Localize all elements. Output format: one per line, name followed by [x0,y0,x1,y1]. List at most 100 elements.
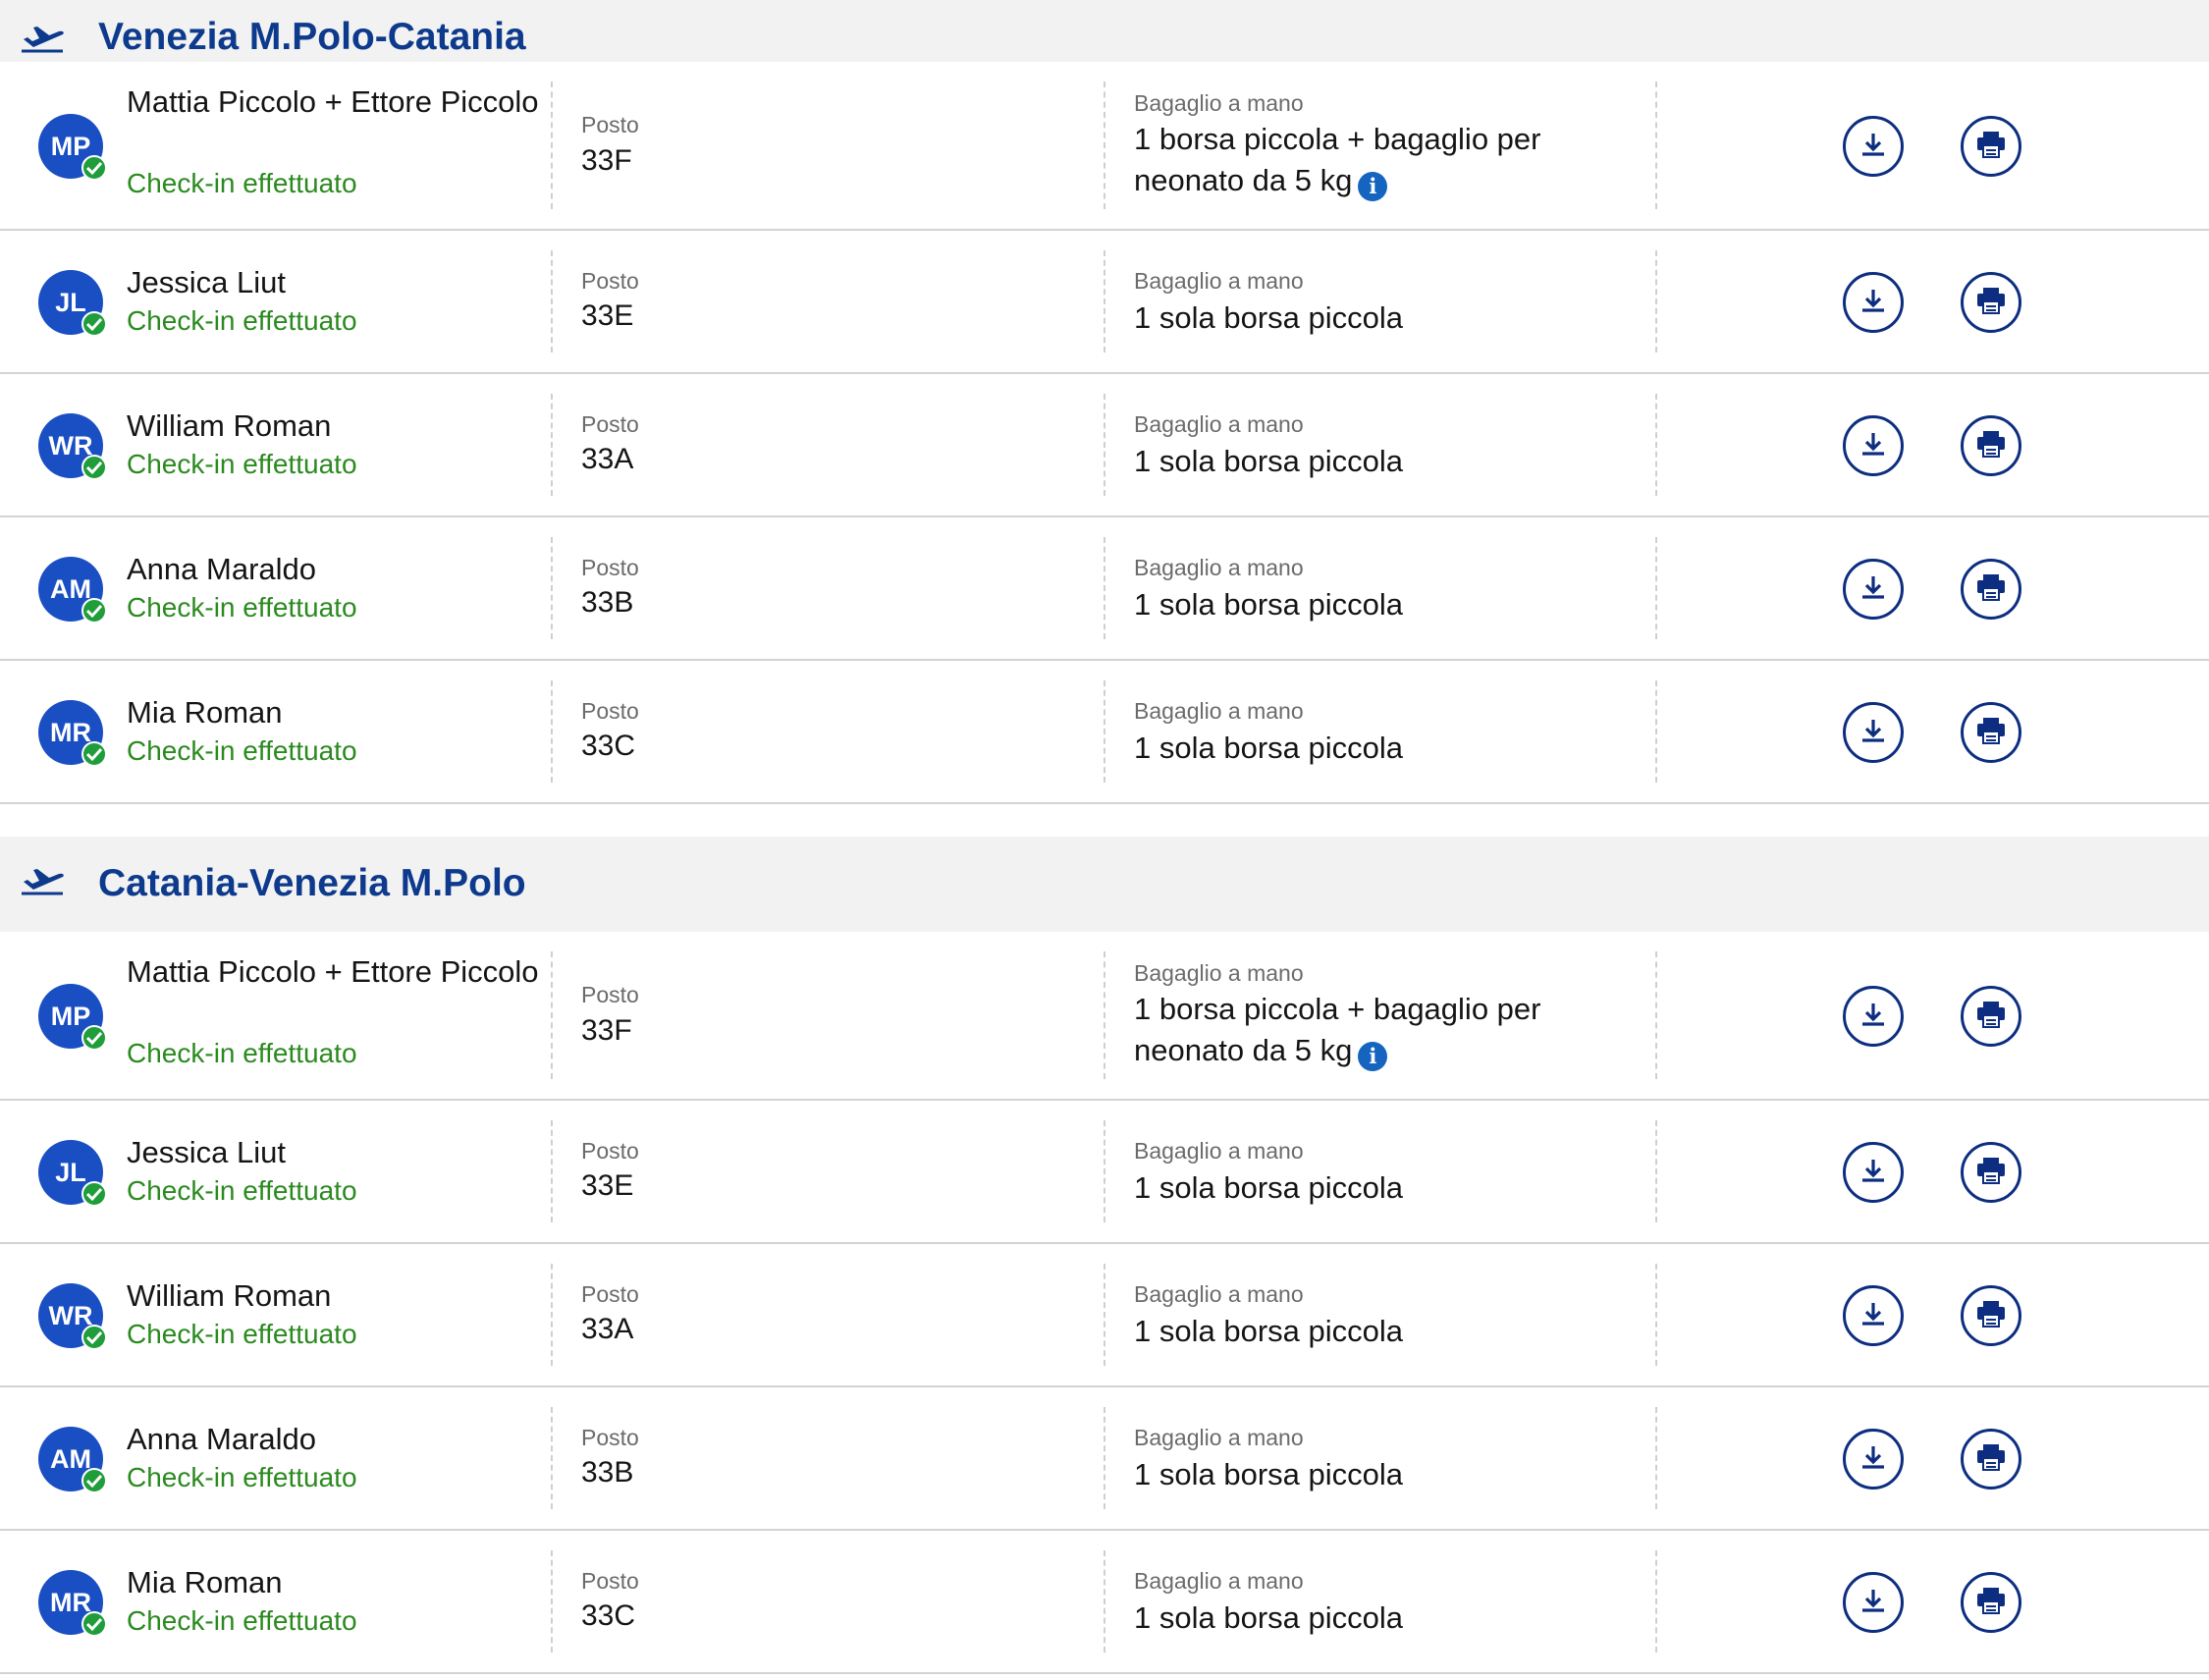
check-icon [81,155,107,181]
info-icon[interactable]: i [1358,172,1388,201]
download-icon [1859,429,1888,463]
checkin-status: Check-in effettuato [127,168,357,198]
baggage-text: 1 sola borsa piccola [1134,1170,1403,1205]
download-boarding-pass-button[interactable] [1843,1142,1904,1203]
download-boarding-pass-button[interactable] [1843,986,1904,1047]
checkin-status: Check-in effettuato [127,1605,357,1636]
print-boarding-pass-button[interactable] [1961,1429,2021,1490]
print-boarding-pass-button[interactable] [1961,272,2021,333]
route-title: Venezia M.Polo-Catania [98,16,526,58]
download-boarding-pass-button[interactable] [1843,116,1904,177]
column-divider [551,680,553,783]
print-boarding-pass-button[interactable] [1961,116,2021,177]
baggage-value: 1 sola borsa piccola [1134,584,1595,625]
download-icon [1859,572,1888,607]
download-boarding-pass-button[interactable] [1843,1285,1904,1346]
passenger-name: Anna Maraldo [127,1422,317,1456]
seat-number: 33B [581,586,634,619]
baggage-value: 1 sola borsa piccola [1134,1167,1595,1209]
column-divider [551,1120,553,1222]
download-icon [1859,1299,1888,1333]
column-divider [1655,81,1657,209]
column-divider [1655,680,1657,783]
passenger-name: Jessica Liut [127,265,286,299]
column-divider [551,81,553,209]
column-divider [1104,81,1105,209]
print-boarding-pass-button[interactable] [1961,1572,2021,1633]
printer-icon [1974,129,2008,165]
print-boarding-pass-button[interactable] [1961,559,2021,620]
seat-number: 33A [581,1313,634,1345]
download-icon [1859,1156,1888,1190]
baggage-value: 1 borsa piccola + bagaglio per neonato d… [1134,989,1595,1071]
print-boarding-pass-button[interactable] [1961,1142,2021,1203]
column-divider [1104,537,1105,639]
seat-number: 33C [581,1599,636,1632]
download-boarding-pass-button[interactable] [1843,1572,1904,1633]
seat-label: Posto [581,698,639,724]
checkin-status: Check-in effettuato [127,1462,357,1492]
printer-icon [1974,428,2008,464]
download-boarding-pass-button[interactable] [1843,272,1904,333]
column-divider [551,250,553,352]
baggage-label: Bagaglio a mano [1134,1281,1304,1307]
column-divider [1104,1264,1105,1366]
check-icon [81,1468,107,1493]
airplane-takeoff-icon [20,24,67,59]
download-boarding-pass-button[interactable] [1843,702,1904,763]
baggage-value: 1 sola borsa piccola [1134,1598,1595,1639]
avatar-initials: JL [55,287,86,317]
print-boarding-pass-button[interactable] [1961,415,2021,476]
printer-icon [1974,715,2008,751]
passenger-name: Mattia Piccolo + Ettore Piccolo [127,84,539,119]
column-divider [551,1264,553,1366]
checkin-status: Check-in effettuato [127,592,357,623]
column-divider [1655,250,1657,352]
check-icon [81,311,107,337]
check-icon [81,1181,107,1207]
flight-header: Catania-Venezia M.Polo [0,837,2209,932]
passenger-row: WR William Roman Check-in effettuato Posto 3… [0,374,2209,517]
column-divider [1655,1550,1657,1653]
checkin-status: Check-in effettuato [127,1319,357,1349]
baggage-value: 1 sola borsa piccola [1134,298,1595,339]
seat-number: 33A [581,443,634,475]
column-divider [1104,1120,1105,1222]
passenger-row: AM Anna Maraldo Check-in effettuato Posto 33… [0,517,2209,661]
passenger-name: Mattia Piccolo + Ettore Piccolo [127,954,539,989]
passenger-name: Mia Roman [127,695,283,730]
baggage-label: Bagaglio a mano [1134,90,1304,116]
check-icon [81,598,107,623]
print-boarding-pass-button[interactable] [1961,986,2021,1047]
print-boarding-pass-button[interactable] [1961,702,2021,763]
download-boarding-pass-button[interactable] [1843,559,1904,620]
baggage-value: 1 sola borsa piccola [1134,441,1595,482]
column-divider [551,537,553,639]
seat-label: Posto [581,982,639,1007]
printer-icon [1974,571,2008,608]
column-divider [1655,951,1657,1079]
column-divider [1655,394,1657,496]
baggage-text: 1 borsa piccola + bagaglio per neonato d… [1134,992,1541,1067]
seat-label: Posto [581,268,639,294]
printer-icon [1974,1298,2008,1334]
baggage-label: Bagaglio a mano [1134,1425,1304,1450]
baggage-value: 1 sola borsa piccola [1134,1311,1595,1352]
seat-label: Posto [581,1425,639,1450]
check-icon [81,455,107,480]
passenger-name: Anna Maraldo [127,552,317,586]
download-boarding-pass-button[interactable] [1843,1429,1904,1490]
column-divider [551,951,553,1079]
seat-number: 33F [581,144,632,177]
baggage-label: Bagaglio a mano [1134,411,1304,437]
baggage-value: 1 sola borsa piccola [1134,728,1595,769]
download-boarding-pass-button[interactable] [1843,415,1904,476]
seat-label: Posto [581,112,639,137]
download-icon [1859,1586,1888,1620]
seat-number: 33E [581,1169,634,1202]
passenger-row: MR Mia Roman Check-in effettuato Posto 33C Ba… [0,661,2209,804]
column-divider [1104,680,1105,783]
printer-icon [1974,1155,2008,1191]
print-boarding-pass-button[interactable] [1961,1285,2021,1346]
info-icon[interactable]: i [1358,1042,1388,1071]
